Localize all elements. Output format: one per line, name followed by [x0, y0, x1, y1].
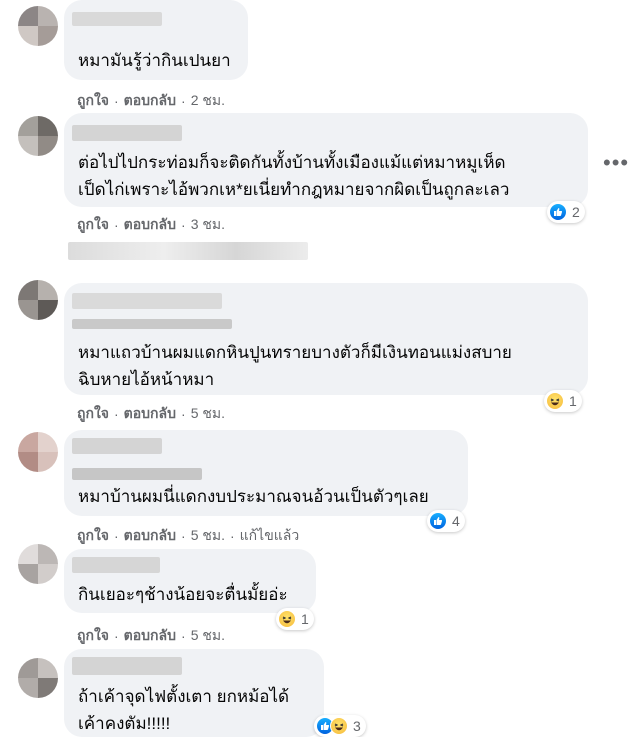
- comment-actions: ถูกใจ · ตอบกลับ · 5 ชม. · แก้ไขแล้ว: [77, 525, 299, 547]
- reaction-summary[interactable]: 4: [427, 510, 465, 532]
- separator: ·: [229, 528, 235, 544]
- separator: ·: [181, 406, 186, 422]
- commenter-name-blurred[interactable]: [72, 125, 182, 141]
- separator: ·: [181, 93, 186, 109]
- reply-link[interactable]: ตอบกลับ: [124, 625, 176, 647]
- separator: ·: [114, 628, 119, 644]
- reaction-summary[interactable]: 3: [314, 715, 366, 737]
- comment-text: หมาแถวบ้านผมแดกหินปูนทรายบางตัวก็มีเงินท…: [78, 343, 512, 362]
- more-options-icon[interactable]: •••: [603, 152, 629, 174]
- haha-icon: [546, 392, 564, 410]
- like-icon: [549, 203, 567, 221]
- separator: ·: [181, 528, 186, 544]
- reply-link[interactable]: ตอบกลับ: [124, 214, 176, 236]
- comment-text: ต่อไปไปกระท่อมก็จะติดกันทั้งบ้านทั้งเมือ…: [78, 153, 506, 172]
- commenter-name-blurred[interactable]: [72, 657, 182, 675]
- separator: ·: [114, 406, 119, 422]
- like-link[interactable]: ถูกใจ: [77, 90, 109, 112]
- comment-text: หมามันรู้ว่ากินเปนยา: [78, 51, 231, 70]
- edited-label[interactable]: แก้ไขแล้ว: [240, 525, 300, 547]
- comment-text: เค้าคงตัม!!!!!: [78, 714, 171, 733]
- comment-text: เป็ดไก่เพราะไอ้พวกเห*ยเนี่ยทำกฎหมายจากผิ…: [78, 180, 510, 199]
- commenter-name-blurred[interactable]: [72, 293, 222, 309]
- comment-actions: ถูกใจ · ตอบกลับ · 5 ชม.: [77, 403, 225, 425]
- commenter-name-blurred[interactable]: [72, 438, 162, 454]
- reply-link[interactable]: ตอบกลับ: [124, 90, 176, 112]
- reply-link[interactable]: ตอบกลับ: [124, 403, 176, 425]
- reaction-count: 4: [452, 513, 460, 529]
- timestamp[interactable]: 2 ชม.: [191, 90, 225, 112]
- avatar[interactable]: [18, 280, 58, 320]
- avatar[interactable]: [18, 432, 58, 472]
- separator: ·: [114, 93, 119, 109]
- comment-text: ถ้าเค้าจุดไฟตั้งเตา ยกหม้อได้: [78, 687, 290, 706]
- separator: ·: [114, 217, 119, 233]
- reaction-summary[interactable]: 1: [544, 390, 582, 412]
- timestamp[interactable]: 5 ชม.: [191, 625, 225, 647]
- like-icon: [429, 512, 447, 530]
- comment-bubble: กินเยอะๆช้างน้อยจะตื่นมั้ยอ่ะ: [64, 549, 316, 613]
- avatar[interactable]: [18, 6, 58, 46]
- reaction-count: 2: [572, 204, 580, 220]
- commenter-name-blurred[interactable]: [72, 12, 162, 26]
- like-link[interactable]: ถูกใจ: [77, 403, 109, 425]
- comment-actions: ถูกใจ · ตอบกลับ · 3 ชม.: [77, 214, 225, 236]
- haha-icon: [330, 717, 348, 735]
- reaction-summary[interactable]: 1: [276, 608, 314, 630]
- comment-bubble: หมามันรู้ว่ากินเปนยา: [64, 0, 248, 80]
- like-link[interactable]: ถูกใจ: [77, 214, 109, 236]
- comment-text: ฉิบหายไอ้หน้าหมา: [78, 370, 215, 389]
- haha-icon: [278, 610, 296, 628]
- timestamp[interactable]: 5 ชม.: [191, 525, 225, 547]
- avatar[interactable]: [18, 544, 58, 584]
- separator: ·: [181, 628, 186, 644]
- comment-bubble: ต่อไปไปกระท่อมก็จะติดกันทั้งบ้านทั้งเมือ…: [64, 113, 588, 207]
- commenter-name-blurred[interactable]: [72, 557, 160, 573]
- reply-link[interactable]: ตอบกลับ: [124, 525, 176, 547]
- separator: ·: [181, 217, 186, 233]
- commenter-badge-blurred: [72, 319, 232, 329]
- comment-bubble: ถ้าเค้าจุดไฟตั้งเตา ยกหม้อได้ เค้าคงตัม!…: [64, 649, 324, 737]
- comment-bubble: หมาบ้านผมนี่แดกงบประมาณจนอ้วนเป็นตัวๆเลย: [64, 430, 468, 516]
- avatar[interactable]: [18, 658, 58, 698]
- reaction-summary[interactable]: 2: [547, 201, 585, 223]
- reaction-count: 1: [569, 393, 577, 409]
- reaction-count: 1: [301, 611, 309, 627]
- timestamp[interactable]: 3 ชม.: [191, 214, 225, 236]
- commenter-badge-blurred: [72, 468, 202, 480]
- reaction-count: 3: [353, 718, 361, 734]
- avatar[interactable]: [18, 116, 58, 156]
- comment-actions: ถูกใจ · ตอบกลับ · 5 ชม.: [77, 625, 225, 647]
- like-link[interactable]: ถูกใจ: [77, 525, 109, 547]
- comment-text: กินเยอะๆช้างน้อยจะตื่นมั้ยอ่ะ: [78, 585, 288, 604]
- comment-actions: ถูกใจ · ตอบกลับ · 2 ชม.: [77, 90, 225, 112]
- comment-text: หมาบ้านผมนี่แดกงบประมาณจนอ้วนเป็นตัวๆเลย: [78, 487, 429, 506]
- separator: ·: [114, 528, 119, 544]
- comment-bubble: หมาแถวบ้านผมแดกหินปูนทรายบางตัวก็มีเงินท…: [64, 283, 588, 395]
- view-replies-blurred[interactable]: [68, 242, 308, 260]
- timestamp[interactable]: 5 ชม.: [191, 403, 225, 425]
- like-link[interactable]: ถูกใจ: [77, 625, 109, 647]
